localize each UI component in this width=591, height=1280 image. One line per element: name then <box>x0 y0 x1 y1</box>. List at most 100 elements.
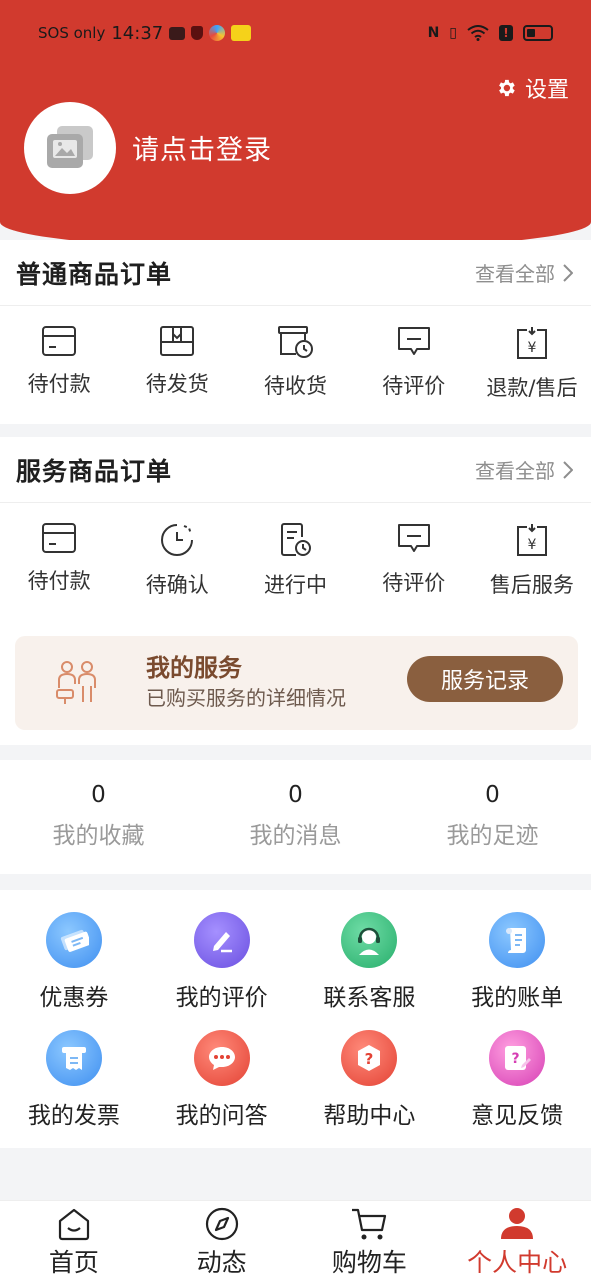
clock-icon <box>161 524 194 556</box>
svg-text:¥: ¥ <box>527 537 536 553</box>
vibrate-icon: ▯ <box>449 25 457 41</box>
item-label: 待确认 <box>145 573 209 597</box>
battery-icon <box>523 25 553 41</box>
item-label: 待付款 <box>27 569 91 593</box>
stats-bar: 0 我的收藏 0 我的消息 0 我的足迹 <box>0 760 591 874</box>
document-clock-icon <box>280 523 311 556</box>
wifi-icon <box>467 25 489 41</box>
service-orders-row: 待付款 待确认 进行中 待评价 ¥ 售后服务 <box>0 503 591 621</box>
normal-order-pending-shipment[interactable]: 待发货 <box>118 306 236 424</box>
delivery-clock-icon <box>277 326 313 358</box>
normal-order-pending-receipt[interactable]: 待收货 <box>236 306 354 424</box>
avatar[interactable] <box>24 102 116 194</box>
bottom-nav: 首页 动态 购物车 个人中心 <box>0 1200 591 1280</box>
tool-contact-support[interactable]: 联系客服 <box>296 912 444 1030</box>
support-icon <box>341 912 398 968</box>
tool-my-invoices[interactable]: 我的发票 <box>0 1030 148 1148</box>
item-label: 进行中 <box>264 573 327 597</box>
card-icon <box>42 326 77 356</box>
nfc-icon: N <box>427 25 440 41</box>
stat-messages[interactable]: 0 我的消息 <box>197 760 394 874</box>
status-left: SOS only 14:37 <box>38 23 252 44</box>
tool-label: 我的账单 <box>471 985 564 1011</box>
tool-label: 意见反馈 <box>471 1103 564 1129</box>
my-service-banner[interactable]: 我的服务 已购买服务的详细情况 服务记录 <box>15 636 578 730</box>
nav-label: 购物车 <box>331 1248 407 1277</box>
nav-label: 首页 <box>48 1248 99 1277</box>
card-icon <box>42 523 77 553</box>
item-label: 待付款 <box>27 372 91 396</box>
app-icon <box>209 25 226 41</box>
service-people-icon <box>56 661 96 704</box>
chat-icon <box>193 1030 250 1086</box>
tool-feedback[interactable]: ? 意见反馈 <box>443 1030 591 1148</box>
nav-profile[interactable]: 个人中心 <box>443 1201 591 1280</box>
normal-orders-view-all[interactable]: 查看全部 <box>475 258 573 287</box>
nav-cart[interactable]: 购物车 <box>296 1201 444 1280</box>
stat-favorites[interactable]: 0 我的收藏 <box>0 760 197 874</box>
normal-order-refund[interactable]: ¥ 退款/售后 <box>473 306 591 424</box>
tool-label: 我的评价 <box>175 985 268 1011</box>
stat-footprints[interactable]: 0 我的足迹 <box>394 760 591 874</box>
normal-orders-row: 待付款 待发货 待收货 待评价 ¥ 退款/售后 <box>0 306 591 424</box>
gear-icon <box>499 79 515 97</box>
stat-label: 我的收藏 <box>52 823 145 849</box>
tool-my-bills[interactable]: 我的账单 <box>443 912 591 1030</box>
nav-feed[interactable]: 动态 <box>148 1201 296 1280</box>
nav-label: 个人中心 <box>467 1248 568 1277</box>
stat-label: 我的消息 <box>249 823 342 849</box>
login-prompt[interactable]: 请点击登录 <box>132 128 272 167</box>
tools-grid: 优惠券 我的评价 联系客服 我的账单 我的发票 我的问答 ? 帮助中心 ? 意见… <box>0 890 591 1148</box>
tool-label: 我的发票 <box>27 1103 120 1129</box>
chevron-right-icon <box>563 460 573 479</box>
service-orders-view-all[interactable]: 查看全部 <box>475 455 573 484</box>
status-bar: SOS only 14:37 N ▯ ! <box>0 0 591 66</box>
tool-my-reviews[interactable]: 我的评价 <box>148 912 296 1030</box>
svg-text:?: ? <box>512 1051 520 1067</box>
home-icon <box>58 1208 89 1241</box>
service-order-pending-review[interactable]: 待评价 <box>355 503 473 621</box>
normal-orders-card: 普通商品订单 查看全部 待付款 待发货 待收货 待评价 ¥ 退款/售后 <box>0 240 591 424</box>
refund-icon: ¥ <box>516 524 547 556</box>
service-record-button[interactable]: 服务记录 <box>407 656 563 702</box>
compass-icon <box>205 1207 238 1241</box>
tool-label: 帮助中心 <box>323 1103 416 1129</box>
my-service-title: 我的服务 <box>146 654 242 682</box>
refund-icon: ¥ <box>516 327 547 359</box>
normal-orders-header: 普通商品订单 查看全部 <box>0 240 591 306</box>
user-icon <box>501 1208 534 1239</box>
mail-icon <box>169 26 186 40</box>
tool-label: 优惠券 <box>39 985 109 1011</box>
svg-text:¥: ¥ <box>527 340 536 356</box>
service-order-after-sales[interactable]: ¥ 售后服务 <box>473 503 591 621</box>
cart-icon <box>352 1208 387 1240</box>
item-label: 待发货 <box>145 372 209 396</box>
feedback-icon: ? <box>489 1030 546 1086</box>
comment-icon <box>397 524 430 552</box>
settings-label: 设置 <box>524 78 569 103</box>
service-order-pending-payment[interactable]: 待付款 <box>0 503 118 621</box>
app-badge-icon <box>231 25 252 41</box>
invoice-icon <box>45 1030 102 1086</box>
service-order-in-progress[interactable]: 进行中 <box>236 503 354 621</box>
normal-orders-title: 普通商品订单 <box>16 259 173 289</box>
item-label: 售后服务 <box>489 573 574 597</box>
nav-home[interactable]: 首页 <box>0 1201 148 1280</box>
item-label: 退款/售后 <box>486 376 578 400</box>
tool-help-center[interactable]: ? 帮助中心 <box>296 1030 444 1148</box>
chevron-right-icon <box>563 263 573 282</box>
item-label: 待收货 <box>264 374 327 398</box>
tool-my-qa[interactable]: 我的问答 <box>148 1030 296 1148</box>
stat-label: 我的足迹 <box>446 823 539 849</box>
normal-order-pending-review[interactable]: 待评价 <box>355 306 473 424</box>
normal-order-pending-payment[interactable]: 待付款 <box>0 306 118 424</box>
tool-coupons[interactable]: 优惠券 <box>0 912 148 1030</box>
bill-icon <box>489 912 546 968</box>
service-order-pending-confirm[interactable]: 待确认 <box>118 503 236 621</box>
my-service-subtitle: 已购买服务的详细情况 <box>146 686 346 710</box>
view-all-label: 查看全部 <box>475 459 555 483</box>
carrier-text: SOS only <box>38 24 106 42</box>
help-icon: ? <box>341 1030 398 1086</box>
settings-button[interactable]: 设置 <box>495 72 569 104</box>
status-right: N ▯ ! <box>428 25 553 41</box>
